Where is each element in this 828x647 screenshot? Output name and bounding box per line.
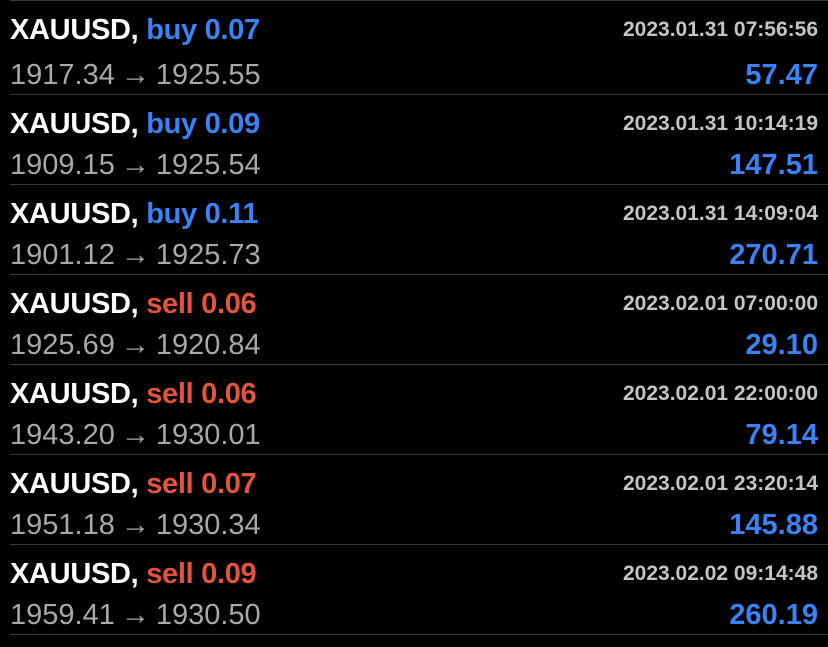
arrow-right-icon: → xyxy=(120,148,150,181)
trade-symbol: XAUUSD, xyxy=(10,377,139,410)
trade-row-details: 1959.41 → 1930.50 260.19 xyxy=(10,597,818,633)
arrow-right-icon: → xyxy=(120,58,150,91)
trade-prices: 1901.12 → 1925.73 xyxy=(10,239,261,272)
arrow-right-icon: → xyxy=(120,418,150,451)
trade-title: XAUUSD, sell 0.09 xyxy=(10,557,257,591)
trade-symbol: XAUUSD, xyxy=(10,13,139,46)
trade-prices: 1951.18 → 1930.34 xyxy=(10,509,261,542)
trade-time: 2023.02.01 22:00:00 xyxy=(623,382,818,405)
trade-side-volume: sell 0.06 xyxy=(146,287,257,320)
trade-profit: 29.10 xyxy=(745,328,818,361)
trade-row-details: 1909.15 → 1925.54 147.51 xyxy=(10,147,818,183)
open-price: 1901.12 xyxy=(10,238,115,271)
arrow-right-icon: → xyxy=(120,238,150,271)
close-price: 1920.84 xyxy=(155,328,261,361)
trade-row-header: XAUUSD, sell 0.07 2023.02.01 23:20:14 xyxy=(10,467,818,501)
trade-row-details: 1917.34 → 1925.55 57.47 xyxy=(10,57,818,93)
trade-row[interactable]: XAUUSD, buy 0.11 2023.01.31 14:09:04 190… xyxy=(10,185,828,275)
open-price: 1959.41 xyxy=(10,598,115,631)
trade-title: XAUUSD, buy 0.07 xyxy=(10,14,260,47)
trade-row[interactable]: XAUUSD, buy 0.09 2023.01.31 10:14:19 190… xyxy=(10,95,828,185)
trade-side-volume: buy 0.07 xyxy=(146,13,260,46)
trade-time: 2023.02.01 23:20:14 xyxy=(623,472,818,495)
trade-symbol: XAUUSD, xyxy=(10,197,139,230)
trade-side-volume: sell 0.07 xyxy=(146,467,257,500)
trade-profit: 270.71 xyxy=(729,238,818,271)
trade-title: XAUUSD, sell 0.07 xyxy=(10,467,257,501)
trade-side-volume: sell 0.09 xyxy=(146,557,257,590)
close-price: 1925.73 xyxy=(155,238,261,271)
trade-time: 2023.02.02 09:14:48 xyxy=(623,562,818,585)
trade-row-header: XAUUSD, buy 0.09 2023.01.31 10:14:19 xyxy=(10,107,818,141)
arrow-right-icon: → xyxy=(120,508,150,541)
trade-symbol: XAUUSD, xyxy=(10,287,139,320)
trade-title: XAUUSD, sell 0.06 xyxy=(10,377,257,411)
trade-row-header: XAUUSD, sell 0.06 2023.02.01 07:00:00 xyxy=(10,287,818,321)
open-price: 1925.69 xyxy=(10,328,115,361)
trade-symbol: XAUUSD, xyxy=(10,557,139,590)
open-price: 1951.18 xyxy=(10,508,115,541)
trade-history-list: XAUUSD, buy 0.07 2023.01.31 07:56:56 191… xyxy=(0,0,828,647)
trade-time: 2023.01.31 14:09:04 xyxy=(623,202,818,225)
trade-title: XAUUSD, buy 0.11 xyxy=(10,197,259,231)
trade-title: XAUUSD, buy 0.09 xyxy=(10,108,260,141)
trade-row[interactable]: XAUUSD, sell 0.09 2023.02.02 09:14:48 19… xyxy=(10,545,828,635)
arrow-right-icon: → xyxy=(120,328,150,361)
trade-row-details: 1951.18 → 1930.34 145.88 xyxy=(10,507,818,543)
open-price: 1909.15 xyxy=(10,148,115,181)
trade-profit: 79.14 xyxy=(745,418,818,451)
trade-row-details: 1943.20 → 1930.01 79.14 xyxy=(10,417,818,453)
trade-row[interactable]: XAUUSD, buy 0.07 2023.01.31 07:56:56 191… xyxy=(10,0,828,95)
trade-row-header: XAUUSD, buy 0.11 2023.01.31 14:09:04 xyxy=(10,197,818,231)
trade-profit: 57.47 xyxy=(745,58,818,91)
close-price: 1925.55 xyxy=(155,58,261,91)
trade-side-volume: sell 0.06 xyxy=(146,377,257,410)
trade-prices: 1917.34 → 1925.55 xyxy=(10,59,261,92)
trade-prices: 1925.69 → 1920.84 xyxy=(10,329,261,362)
arrow-right-icon: → xyxy=(120,598,150,631)
trade-prices: 1909.15 → 1925.54 xyxy=(10,149,261,182)
trade-row-details: 1925.69 → 1920.84 29.10 xyxy=(10,327,818,363)
trade-row[interactable]: XAUUSD, sell 0.07 2023.02.01 23:20:14 19… xyxy=(10,455,828,545)
trade-profit: 260.19 xyxy=(729,598,818,631)
close-price: 1930.01 xyxy=(155,418,261,451)
trade-row[interactable]: XAUUSD, sell 0.06 2023.02.01 07:00:00 19… xyxy=(10,275,828,365)
trade-title: XAUUSD, sell 0.06 xyxy=(10,287,257,321)
trade-symbol: XAUUSD, xyxy=(10,107,139,140)
trade-row-header: XAUUSD, sell 0.09 2023.02.02 09:14:48 xyxy=(10,557,818,591)
trade-side-volume: buy 0.11 xyxy=(146,197,259,230)
close-price: 1925.54 xyxy=(155,148,261,181)
trade-row-header: XAUUSD, sell 0.06 2023.02.01 22:00:00 xyxy=(10,377,818,411)
open-price: 1917.34 xyxy=(10,58,115,91)
close-price: 1930.34 xyxy=(155,508,261,541)
trade-row-header: XAUUSD, buy 0.07 2023.01.31 07:56:56 xyxy=(10,13,818,47)
trade-side-volume: buy 0.09 xyxy=(146,107,260,140)
trade-row[interactable]: XAUUSD, sell 0.06 2023.02.01 22:00:00 19… xyxy=(10,365,828,455)
trade-time: 2023.02.01 07:00:00 xyxy=(623,292,818,315)
trade-time: 2023.01.31 07:56:56 xyxy=(623,18,818,41)
close-price: 1930.50 xyxy=(155,598,261,631)
trade-symbol: XAUUSD, xyxy=(10,467,139,500)
trade-row-details: 1901.12 → 1925.73 270.71 xyxy=(10,237,818,273)
trade-profit: 145.88 xyxy=(729,508,818,541)
trade-profit: 147.51 xyxy=(729,148,818,181)
trade-prices: 1959.41 → 1930.50 xyxy=(10,599,261,632)
trade-prices: 1943.20 → 1930.01 xyxy=(10,419,261,452)
open-price: 1943.20 xyxy=(10,418,115,451)
trade-time: 2023.01.31 10:14:19 xyxy=(623,112,818,135)
